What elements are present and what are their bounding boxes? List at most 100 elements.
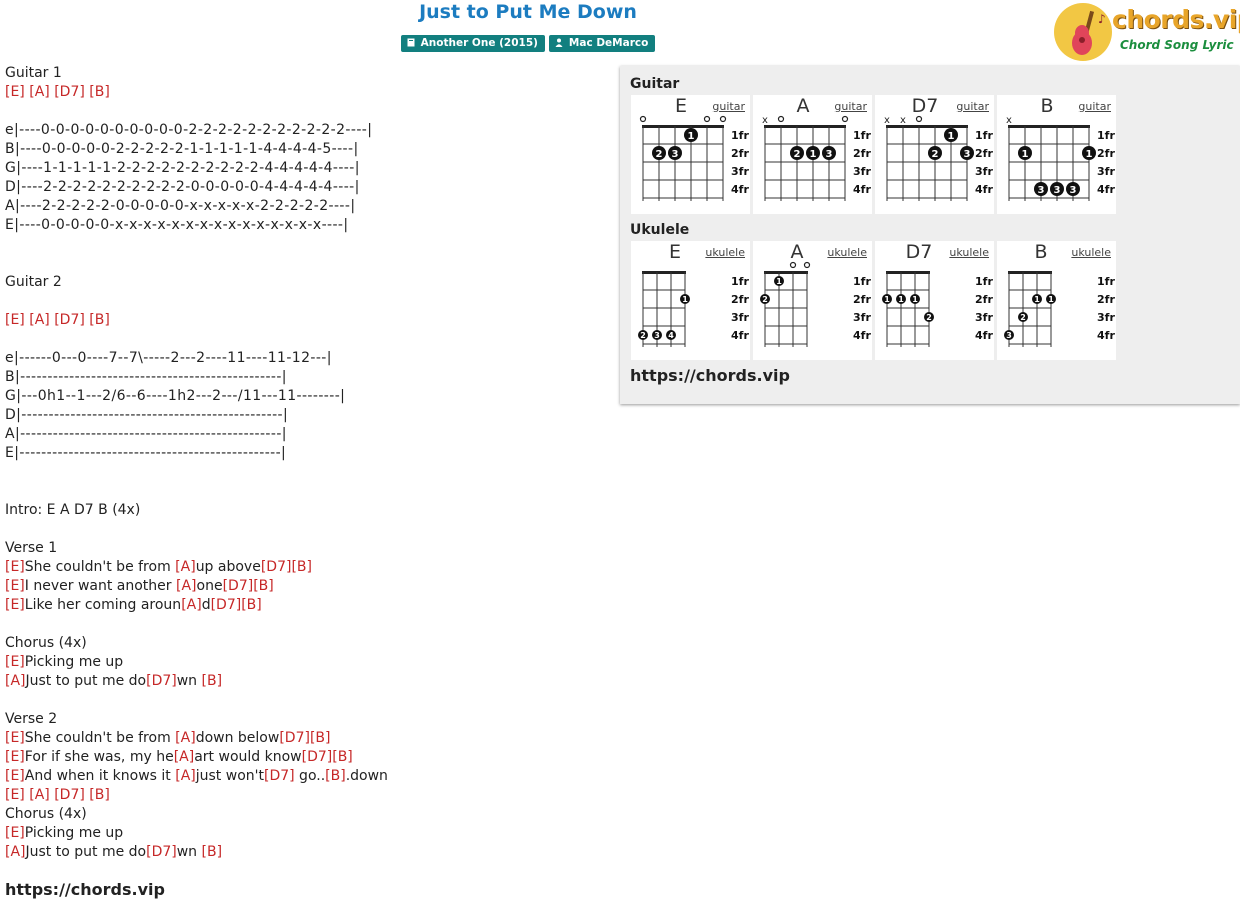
site-logo[interactable]: ♪ chords.vip Chord Song Lyric	[1054, 3, 1240, 63]
guitar-chord-card-e[interactable]: Eguitar 1 2 3 1fr 2fr 3fr 4fr	[631, 95, 750, 214]
chord-marker[interactable]: [B]	[202, 673, 223, 689]
chord-marker[interactable]: [B]	[202, 844, 223, 860]
tab-text: D|----2-2-2-2-2-2-2-2-2-2-0-0-0-0-0-4-4-…	[5, 179, 360, 195]
lyric-line: Guitar 1	[5, 64, 615, 83]
ukulele-section-label: Ukulele	[630, 222, 690, 238]
lyric-text: Verse 1	[5, 540, 58, 556]
chord-marker[interactable]: [B]	[291, 559, 312, 575]
finger-dot: 1	[774, 276, 784, 286]
chord-marker[interactable]: [D7]	[54, 787, 85, 803]
guitar-chord-card-b[interactable]: Bguitar x 1 1 3 3 3 1fr 2fr 3fr 4fr	[997, 95, 1116, 214]
chord-marker[interactable]: [A]	[5, 673, 26, 689]
tab-line: D|----2-2-2-2-2-2-2-2-2-2-0-0-0-0-0-4-4-…	[5, 178, 615, 197]
album-badge[interactable]: Another One (2015)	[400, 35, 545, 52]
chord-marker[interactable]: [B]	[332, 749, 353, 765]
tab-line: D|--------------------------------------…	[5, 406, 615, 425]
chord-marker[interactable]: [B]	[325, 768, 346, 784]
chord-marker[interactable]: [E]	[5, 730, 25, 746]
panel-url-link[interactable]: https://chords.vip	[630, 366, 790, 385]
chord-marker[interactable]: [A]	[175, 768, 196, 784]
tab-line: B|--------------------------------------…	[5, 368, 615, 387]
svg-text:2: 2	[926, 313, 932, 322]
lyric-line: Chorus (4x)	[5, 805, 615, 824]
fret-number-label: 2fr	[975, 147, 993, 160]
chord-marker[interactable]: [D7]	[302, 749, 333, 765]
chord-marker[interactable]: [D7]	[54, 312, 85, 328]
svg-text:3: 3	[826, 149, 833, 160]
chord-marker[interactable]: [D7]	[54, 84, 85, 100]
chord-marker[interactable]: [D7]	[261, 559, 292, 575]
lyric-line: Verse 2	[5, 710, 615, 729]
chord-marker[interactable]: [A]	[176, 578, 197, 594]
chord-marker[interactable]: [B]	[241, 597, 262, 613]
chord-marker[interactable]: [B]	[310, 730, 331, 746]
chord-marker[interactable]: [E]	[5, 312, 25, 328]
lyric-text: Just to put me do	[25, 844, 147, 860]
chord-marker[interactable]: [A]	[29, 84, 50, 100]
chord-marker[interactable]: [A]	[181, 597, 202, 613]
chord-marker[interactable]: [D7]	[223, 578, 254, 594]
finger-dot: 1	[680, 294, 690, 304]
chord-marker[interactable]: [E]	[5, 654, 25, 670]
chord-marker[interactable]: [B]	[89, 787, 110, 803]
guitar-chord-card-a[interactable]: Aguitar x 2 1 3 1fr 2fr 3fr 4fr	[753, 95, 872, 214]
fret-number-label: 3fr	[975, 165, 993, 178]
ukulele-chord-card-b[interactable]: Bukulele 1 1 2 3 1fr 2fr 3fr 4fr	[997, 241, 1116, 360]
chord-marker[interactable]: [B]	[253, 578, 274, 594]
svg-text:4: 4	[668, 331, 674, 340]
fretboard-diagram: 1 1 121fr2fr3fr4fr	[882, 271, 993, 347]
open-string-mark	[719, 115, 727, 123]
svg-text:1: 1	[1022, 149, 1029, 160]
fret-number-label: 1fr	[731, 129, 749, 142]
chord-marker[interactable]: [A]	[29, 787, 50, 803]
chord-marker[interactable]: [E]	[5, 597, 25, 613]
chord-marker[interactable]: [A]	[175, 559, 196, 575]
logo-brand: chords.vip	[1112, 5, 1240, 34]
chord-marker[interactable]: [D7]	[146, 673, 177, 689]
fret-number-label: 1fr	[1097, 275, 1115, 288]
guitar-chord-card-d7[interactable]: D7 guitar x x 1 2 3 1fr 2fr 3fr 4fr	[875, 95, 994, 214]
svg-text:1: 1	[1048, 295, 1054, 304]
tab-text: B|----0-0-0-0-0-2-2-2-2-2-1-1-1-1-1-4-4-…	[5, 141, 359, 157]
artist-badge[interactable]: Mac DeMarco	[548, 35, 656, 52]
chord-marker[interactable]: [A]	[5, 844, 26, 860]
tab-line: e|----0-0-0-0-0-0-0-0-0-0-2-2-2-2-2-2-2-…	[5, 121, 615, 140]
chord-marker[interactable]: [E]	[5, 559, 25, 575]
site-url-link[interactable]: https://chords.vip	[5, 880, 165, 899]
fret-number-label: 1fr	[975, 275, 993, 288]
lyric-text: just won't	[195, 768, 264, 784]
chord-marker[interactable]: [B]	[89, 312, 110, 328]
svg-text:3: 3	[654, 331, 660, 340]
chord-marker[interactable]: [E]	[5, 749, 25, 765]
lyric-text: Like her coming aroun	[24, 597, 182, 613]
chord-marker[interactable]: [B]	[89, 84, 110, 100]
ukulele-chord-card-a[interactable]: Aukulele 1 2 1fr 2fr 3fr 4fr	[753, 241, 872, 360]
tab-text: E|--------------------------------------…	[5, 445, 287, 461]
chord-marker[interactable]: [D7]	[146, 844, 177, 860]
chord-marker[interactable]: [D7]	[211, 597, 242, 613]
chord-marker[interactable]: [A]	[175, 730, 196, 746]
chord-marker[interactable]: [E]	[5, 768, 25, 784]
chord-marker[interactable]: [A]	[29, 312, 50, 328]
lyric-text: Chorus (4x)	[5, 635, 87, 651]
chord-marker[interactable]: [E]	[5, 84, 25, 100]
svg-text:1: 1	[776, 277, 782, 286]
fret-number-label: 4fr	[975, 183, 993, 196]
lyric-line: [E] [A] [D7] [B]	[5, 83, 615, 102]
artist-badge-label: Mac DeMarco	[568, 37, 649, 49]
chord-marker[interactable]: [E]	[5, 787, 25, 803]
chord-marker[interactable]: [D7]	[279, 730, 310, 746]
chord-marker[interactable]: [D7]	[264, 768, 295, 784]
ukulele-chord-card-e[interactable]: Eukulele 1 2 3 4 1fr 2fr 3fr 4fr	[631, 241, 750, 360]
chord-marker[interactable]: [E]	[5, 825, 25, 841]
lyric-text: She couldn't be from	[24, 730, 176, 746]
lyric-line: Verse 1	[5, 539, 615, 558]
lyric-line: [E]Picking me up	[5, 653, 615, 672]
svg-text:1: 1	[948, 131, 955, 142]
chord-marker[interactable]: [A]	[174, 749, 195, 765]
chord-marker[interactable]: [E]	[5, 578, 25, 594]
lyric-text: down below	[195, 730, 280, 746]
ukulele-chord-card-d7[interactable]: D7 ukulele 1 1 1 2 1fr 2fr 3fr 4fr	[875, 241, 994, 360]
